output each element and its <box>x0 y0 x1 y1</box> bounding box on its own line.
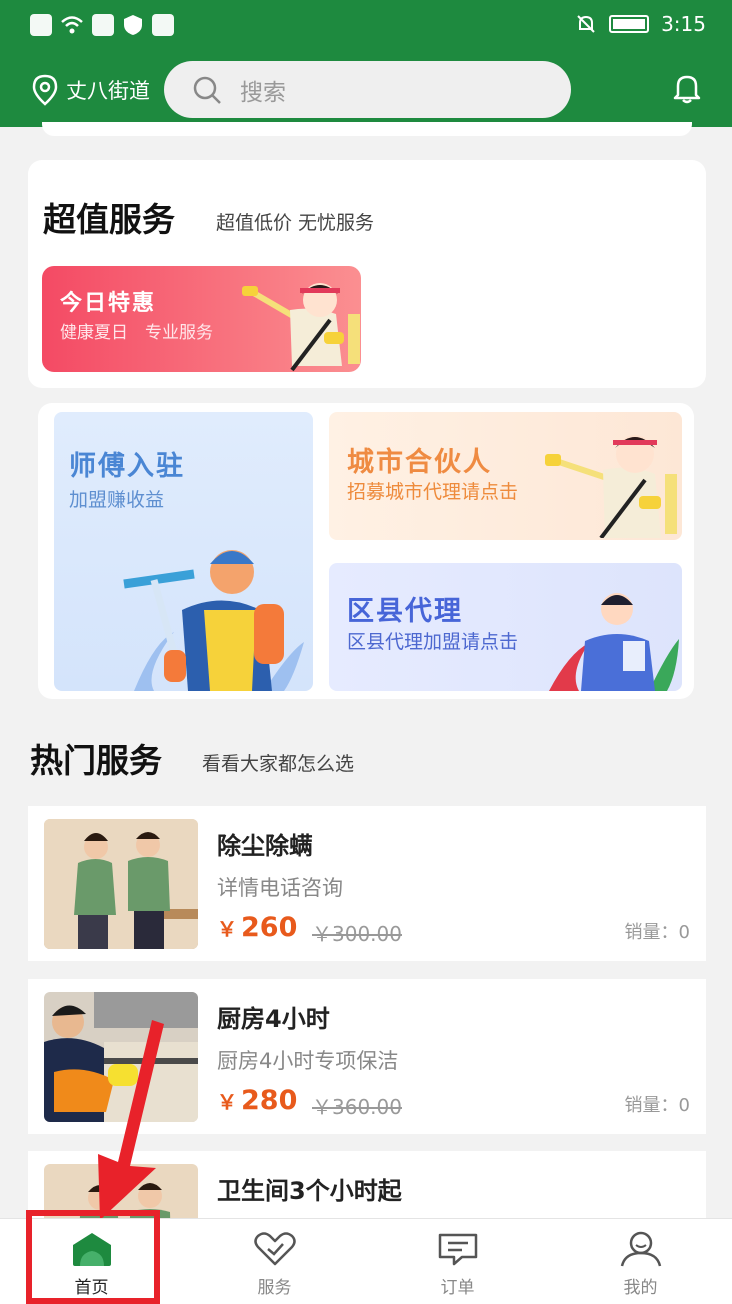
service-desc: 厨房4小时专项保洁 <box>217 1049 399 1073</box>
price-value: 260 <box>241 912 298 943</box>
search-input[interactable]: 搜索 <box>164 61 571 118</box>
worker-illustration <box>123 550 304 691</box>
hot-section-title: 热门服务 <box>30 741 162 780</box>
agent-illustration <box>549 593 679 691</box>
tile-county-agent[interactable]: 区县代理 区县代理加盟请点击 <box>329 563 682 691</box>
tile-master-subtitle: 加盟赚收益 <box>69 489 165 511</box>
tile-master-title: 师傅入驻 <box>69 451 185 482</box>
service-name: 除尘除螨 <box>217 832 313 860</box>
bell-icon[interactable] <box>671 72 703 104</box>
service-old-price: ￥360.00 <box>312 1095 402 1119</box>
cleaner-illustration <box>545 435 677 538</box>
tab-mine[interactable]: 我的 <box>549 1219 732 1304</box>
tile-city-subtitle: 招募城市代理请点击 <box>347 481 519 503</box>
message-icon <box>438 1233 478 1266</box>
tab-orders[interactable]: 订单 <box>366 1219 549 1304</box>
status-bar: 3:15 <box>0 0 732 52</box>
value-section-subtitle: 超值低价 无忧服务 <box>216 212 375 234</box>
service-item[interactable]: 除尘除螨 详情电话咨询 ￥ 260 ￥300.00 销量：0 <box>28 806 706 961</box>
service-name: 厨房4小时 <box>217 1005 330 1033</box>
tile-county-subtitle: 区县代理加盟请点击 <box>347 631 519 653</box>
search-placeholder: 搜索 <box>240 79 286 106</box>
annotation-highlight-box <box>26 1210 160 1304</box>
promo-banner-today[interactable]: 今日特惠 健康夏日 专业服务 <box>42 266 361 372</box>
wifi-icon <box>61 16 83 34</box>
previous-card-edge <box>42 122 692 136</box>
currency-symbol: ￥ <box>217 1090 237 1114</box>
hot-section-subtitle: 看看大家都怎么选 <box>202 753 355 775</box>
promo-title: 今日特惠 <box>60 291 157 316</box>
service-price: ￥ 260 <box>217 912 297 943</box>
status-time: 3:15 <box>661 12 706 36</box>
service-desc: 详情电话咨询 <box>217 876 343 900</box>
top-bar: 3:15 丈八街道 搜索 <box>0 0 732 127</box>
sim-icon <box>30 14 52 36</box>
service-sales: 销量：0 <box>624 922 690 943</box>
tile-city-partner[interactable]: 城市合伙人 招募城市代理请点击 <box>329 412 682 540</box>
cleaning-couple-photo <box>44 819 198 949</box>
status-icons-left <box>30 14 174 36</box>
value-section-title: 超值服务 <box>43 200 175 239</box>
user-icon <box>620 1231 662 1267</box>
currency-symbol: ￥ <box>217 917 237 941</box>
tab-service-label: 服务 <box>257 1278 292 1298</box>
service-image <box>44 819 198 949</box>
tab-orders-label: 订单 <box>440 1278 475 1298</box>
app-notification-icon <box>92 14 114 36</box>
cleaner-illustration <box>242 283 360 372</box>
search-icon <box>193 76 221 104</box>
bell-muted-icon <box>577 15 595 33</box>
heart-icon <box>254 1232 296 1266</box>
location-pin-icon <box>32 74 58 106</box>
shield-icon <box>124 15 142 35</box>
tab-service[interactable]: 服务 <box>183 1219 366 1304</box>
tile-city-title: 城市合伙人 <box>347 447 492 478</box>
location-selector[interactable]: 丈八街道 <box>30 74 150 106</box>
tab-mine-label: 我的 <box>623 1278 658 1298</box>
status-icons-right: 3:15 <box>575 12 706 36</box>
tile-master-join[interactable]: 师傅入驻 加盟赚收益 <box>54 412 313 691</box>
service-old-price: ￥300.00 <box>312 922 402 946</box>
annotation-arrow <box>98 1020 164 1220</box>
location-label: 丈八街道 <box>66 79 150 103</box>
battery-icon <box>609 15 650 33</box>
promo-subtitle: 健康夏日 专业服务 <box>60 323 213 343</box>
service-sales: 销量：0 <box>624 1095 690 1116</box>
tile-county-title: 区县代理 <box>347 596 463 627</box>
service-price: ￥ 280 <box>217 1085 297 1116</box>
book-app-icon <box>152 14 174 36</box>
price-value: 280 <box>241 1085 298 1116</box>
service-name: 卫生间3个小时起 <box>217 1177 402 1205</box>
